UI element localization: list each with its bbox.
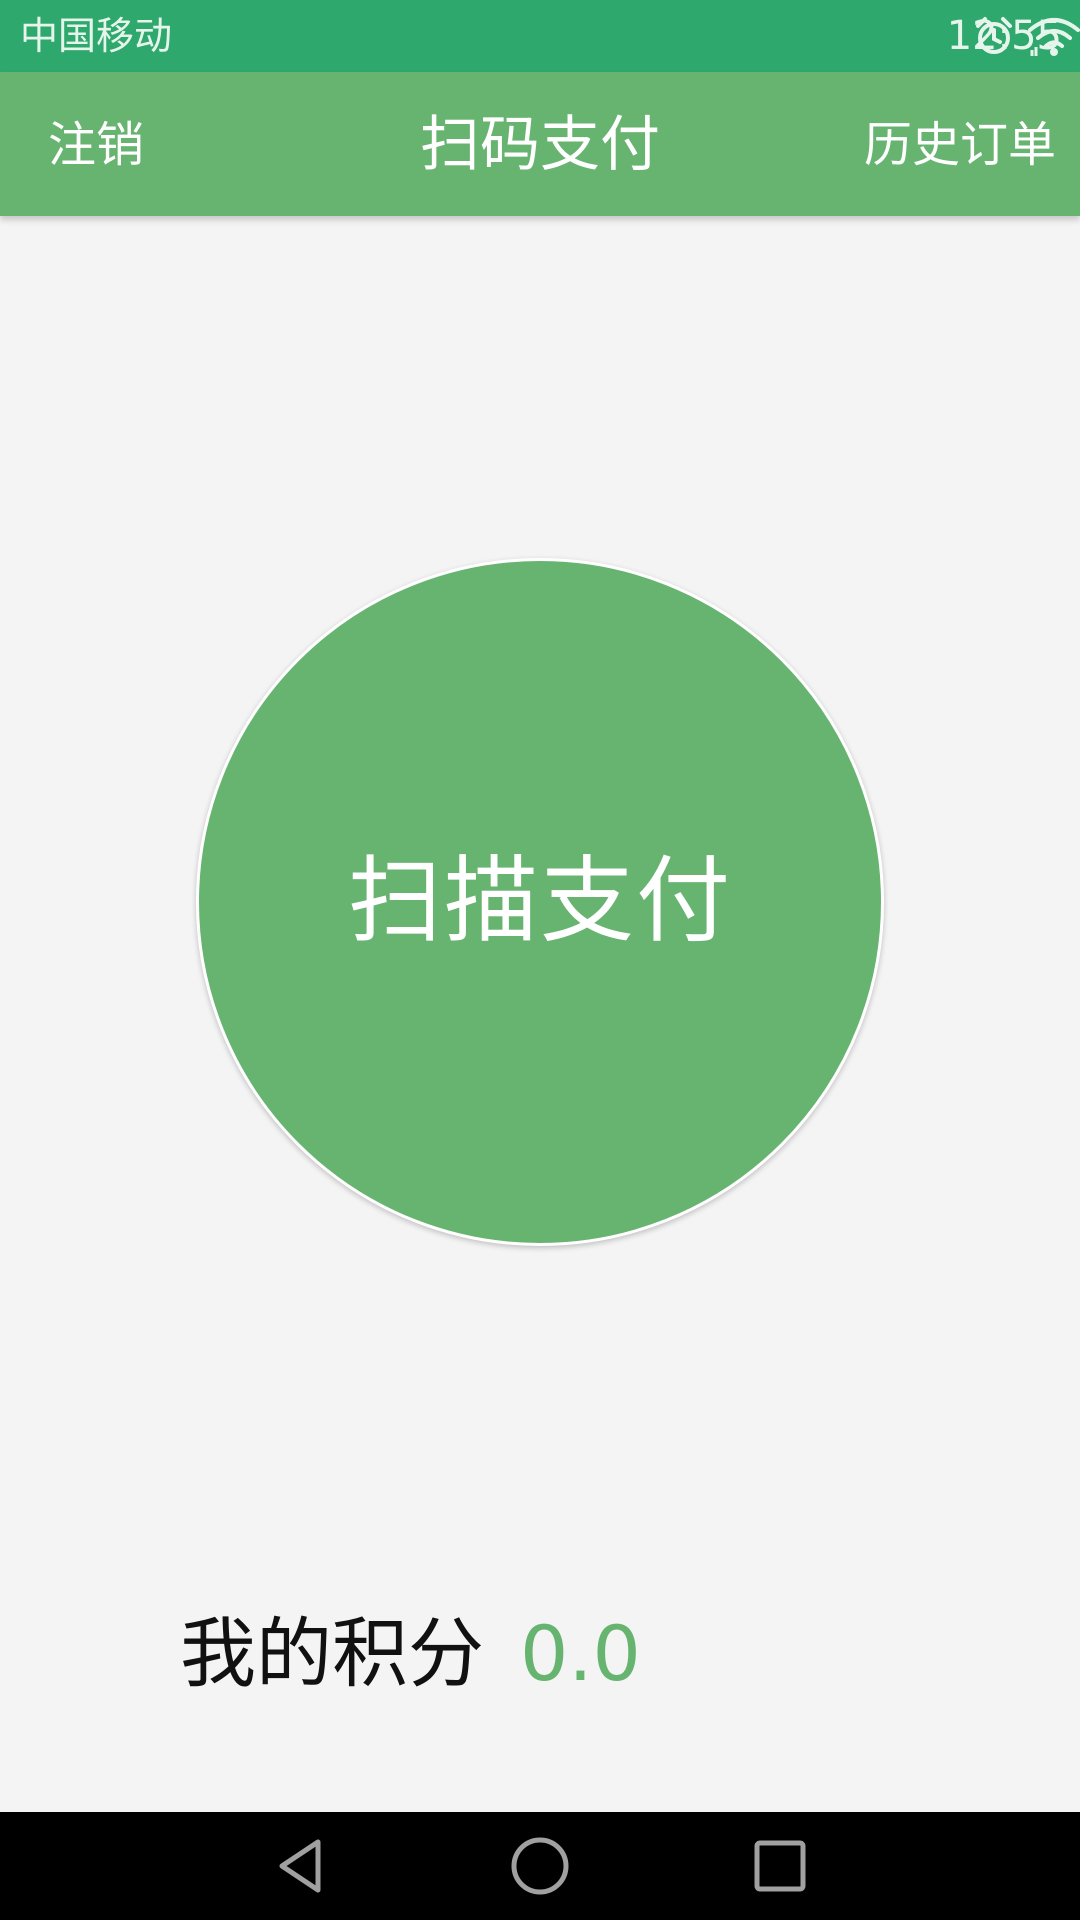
clock: 12:55	[946, 13, 1062, 59]
scan-pay-button[interactable]: 扫描支付	[196, 558, 884, 1246]
points-label: 我的积分	[180, 1609, 484, 1698]
home-button[interactable]	[470, 1812, 610, 1920]
home-icon	[511, 1837, 569, 1895]
points-row: 我的积分 0.0	[180, 1604, 641, 1704]
app-screen: 中国移动 4G	[0, 0, 1080, 1920]
status-bar: 中国移动 4G	[0, 0, 1080, 72]
scan-pay-label: 扫描支付	[347, 847, 732, 956]
carrier-name: 中国移动	[20, 14, 173, 58]
back-icon	[279, 1839, 321, 1893]
back-button[interactable]	[230, 1812, 370, 1920]
recents-icon	[754, 1840, 806, 1892]
points-value: 0.0	[520, 1609, 641, 1698]
recents-button[interactable]	[710, 1812, 850, 1920]
order-history-button[interactable]: 历史订单	[864, 116, 1056, 174]
app-bar: 注销 扫码支付 历史订单	[0, 72, 1080, 216]
system-nav-bar	[0, 1812, 1080, 1920]
